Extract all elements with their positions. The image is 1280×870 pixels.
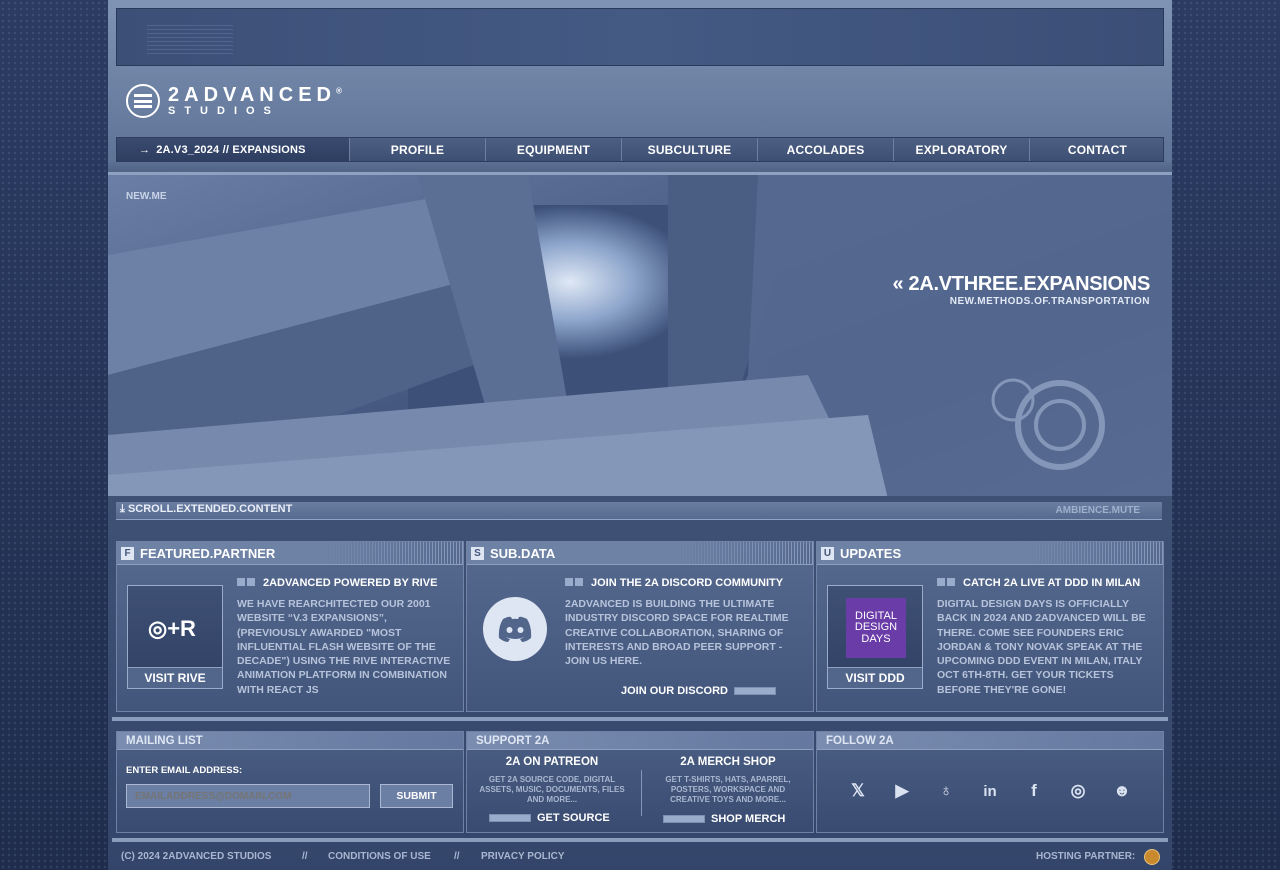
registered-mark: ® xyxy=(335,86,347,96)
merch-desc: GET T-SHIRTS, HATS, APARREL, POSTERS, WO… xyxy=(665,775,791,804)
footer-sep: // xyxy=(302,851,308,862)
hosting-partner-icon[interactable] xyxy=(1144,849,1160,865)
scroll-bar[interactable]: ⤓ SCROLL.EXTENDED.CONTENT AMBIENCE.MUTE xyxy=(116,502,1162,520)
email-field[interactable] xyxy=(126,784,370,808)
footer: (C) 2024 2ADVANCED STUDIOS // CONDITIONS… xyxy=(116,848,1164,868)
nav-profile[interactable]: PROFILE xyxy=(349,138,485,161)
visit-ddd-button[interactable]: VISIT DDD xyxy=(828,667,922,688)
panel-text: WE HAVE REARCHITECTED OUR 2001 WEBSITE “… xyxy=(237,598,451,696)
hero-tag: NEW.ME xyxy=(126,191,167,202)
f-icon: F xyxy=(121,546,134,560)
nav-equipment[interactable]: EQUIPMENT xyxy=(485,138,621,161)
conditions-link[interactable]: CONDITIONS OF USE xyxy=(328,851,431,862)
follow-heading: FOLLOW 2A xyxy=(817,732,1163,750)
privacy-link[interactable]: PRIVACY POLICY xyxy=(481,851,565,862)
site-logo[interactable]: 2ADVANCED® STUDIOS xyxy=(126,82,347,120)
youtube-icon[interactable]: ▶ xyxy=(891,780,913,802)
divider xyxy=(641,770,642,816)
visit-rive-button[interactable]: VISIT RIVE xyxy=(128,667,222,688)
mailing-list-section: MAILING LIST ENTER EMAIL ADDRESS: SUBMIT xyxy=(116,731,464,833)
panel-heading: SUB.DATA xyxy=(490,545,556,561)
chevrons-left-icon: « xyxy=(892,273,904,295)
hero-artwork xyxy=(108,175,1172,496)
logo-line1: 2ADVANCED xyxy=(168,84,336,106)
rive-logo-icon: ◎+R xyxy=(148,616,196,641)
nav-accolades[interactable]: ACCOLADES xyxy=(757,138,893,161)
instagram-icon[interactable]: ◎ xyxy=(1067,780,1089,802)
panel-heading: FEATURED.PARTNER xyxy=(140,545,276,561)
panel-text: DIGITAL DESIGN DAYS IS OFFICIALLY BACK I… xyxy=(937,598,1146,696)
get-source-button[interactable]: GET SOURCE xyxy=(489,812,610,824)
patreon-block: 2A ON PATREON GET 2A SOURCE CODE, DIGITA… xyxy=(477,756,627,804)
discord-logo-icon[interactable] xyxy=(483,597,547,661)
arrow-right-icon: → xyxy=(139,143,151,156)
logo-line2: STUDIOS xyxy=(168,105,280,117)
join-discord-button[interactable]: JOIN OUR DISCORD xyxy=(621,685,776,697)
get-source-label: GET SOURCE xyxy=(537,812,610,824)
patreon-desc: GET 2A SOURCE CODE, DIGITAL ASSETS, MUSI… xyxy=(479,775,625,804)
patreon-title: 2A ON PATREON xyxy=(505,756,599,768)
panel-heading: UPDATES xyxy=(840,545,902,561)
ambience-mute-button[interactable]: AMBIENCE.MUTE xyxy=(1056,505,1140,516)
follow-section: FOLLOW 2A 𝕏 ▶ ♁ in f ◎ ☻ xyxy=(816,731,1164,833)
panel-title: JOIN THE 2A DISCORD COMMUNITY xyxy=(591,577,784,589)
separator-line xyxy=(112,717,1168,721)
join-discord-label: JOIN OUR DISCORD xyxy=(621,685,728,697)
arrow-down-icon: ⤓ xyxy=(120,503,125,515)
logo-mark-icon xyxy=(126,84,160,118)
hero-banner: NEW.ME « 2A.VTHREE.EXPANSIONS NEW.METHOD… xyxy=(108,172,1172,496)
social-icons: 𝕏 ▶ ♁ in f ◎ ☻ xyxy=(817,780,1163,802)
github-icon[interactable]: ♁ xyxy=(935,780,957,802)
main-nav: → 2A.V3_2024 // EXPANSIONS PROFILE EQUIPM… xyxy=(116,137,1164,162)
u-icon: U xyxy=(821,546,834,560)
copyright: (C) 2024 2ADVANCED STUDIOS xyxy=(121,851,272,862)
scroll-label: SCROLL.EXTENDED.CONTENT xyxy=(127,503,293,515)
nav-current-label: 2A.V3_2024 // EXPANSIONS xyxy=(156,143,306,156)
ddd-line: DAYS xyxy=(861,632,891,645)
nav-exploratory[interactable]: EXPLORATORY xyxy=(893,138,1029,161)
shop-merch-button[interactable]: SHOP MERCH xyxy=(663,813,785,825)
panel-title: CATCH 2A LIVE AT DDD IN MILAN xyxy=(963,577,1141,589)
rive-thumbnail[interactable]: ◎+R VISIT RIVE xyxy=(127,585,223,689)
featured-partner-panel: F FEATURED.PARTNER ◎+R VISIT RIVE 2ADVANC… xyxy=(116,541,464,712)
hero-subtitle: NEW.METHODS.OF.TRANSPORTATION xyxy=(949,296,1150,307)
panel-text: 2ADVANCED IS BUILDING THE ULTIMATE INDUS… xyxy=(565,598,789,668)
x-icon[interactable]: 𝕏 xyxy=(847,780,869,802)
facebook-icon[interactable]: f xyxy=(1023,780,1045,802)
nav-contact[interactable]: CONTACT xyxy=(1029,138,1165,161)
panel-title: 2ADVANCED POWERED BY RIVE xyxy=(263,577,438,589)
discord-icon[interactable]: ☻ xyxy=(1111,780,1133,802)
nav-current[interactable]: → 2A.V3_2024 // EXPANSIONS xyxy=(117,138,349,161)
updates-panel: U UPDATES DIGITAL DESIGN DAYS VISIT DDD C… xyxy=(816,541,1164,712)
shop-merch-label: SHOP MERCH xyxy=(711,813,786,825)
top-banner xyxy=(116,8,1164,66)
sub-data-panel: S SUB.DATA JOIN THE 2A DISCORD COMMUNITY … xyxy=(466,541,814,712)
nav-subculture[interactable]: SUBCULTURE xyxy=(621,138,757,161)
linkedin-icon[interactable]: in xyxy=(979,780,1001,802)
separator-line xyxy=(112,838,1168,842)
support-section: SUPPORT 2A 2A ON PATREON GET 2A SOURCE C… xyxy=(466,731,814,833)
mailing-heading: MAILING LIST xyxy=(117,732,463,750)
hero-title: 2A.VTHREE.EXPANSIONS xyxy=(908,273,1151,295)
footer-sep: // xyxy=(454,851,460,862)
s-icon: S xyxy=(471,546,484,560)
ddd-thumbnail[interactable]: DIGITAL DESIGN DAYS VISIT DDD xyxy=(827,585,923,689)
hero-title-block: « 2A.VTHREE.EXPANSIONS NEW.METHODS.OF.TR… xyxy=(892,273,1150,307)
merch-title: 2A MERCH SHOP xyxy=(680,756,776,768)
submit-button[interactable]: SUBMIT xyxy=(380,784,453,808)
ddd-logo: DIGITAL DESIGN DAYS xyxy=(846,598,906,658)
scroll-extended[interactable]: ⤓ SCROLL.EXTENDED.CONTENT xyxy=(120,503,292,516)
hosting-partner-label: HOSTING PARTNER: xyxy=(1036,851,1136,862)
email-label: ENTER EMAIL ADDRESS: xyxy=(126,765,243,776)
support-heading: SUPPORT 2A xyxy=(467,732,813,750)
merch-block: 2A MERCH SHOP GET T-SHIRTS, HATS, APARRE… xyxy=(653,756,803,804)
